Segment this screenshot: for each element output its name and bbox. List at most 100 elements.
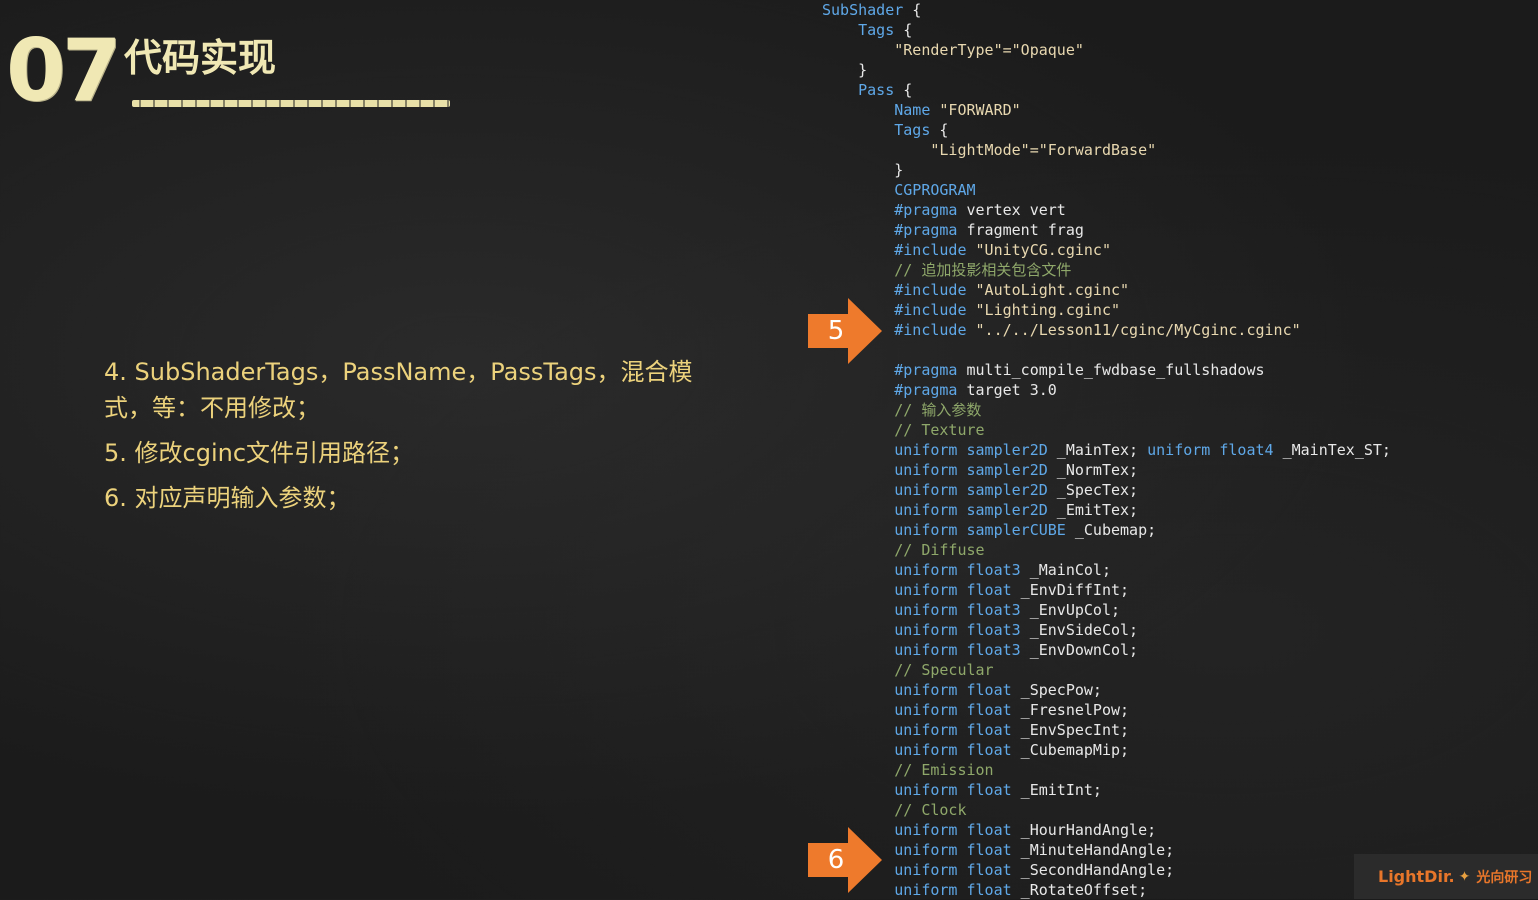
marker-label: 6 (827, 845, 845, 875)
code-token: float (957, 701, 1012, 719)
code-token: _MinuteHandAngle; (1011, 841, 1175, 859)
code-token: _MainTex_ST; (1273, 441, 1391, 459)
code-token: uniform (822, 461, 958, 479)
code-token: float (957, 741, 1012, 759)
brand-name: LightDir. (1378, 867, 1455, 886)
code-token: _SpecTex; (1047, 481, 1139, 499)
code-token: float3 (957, 561, 1021, 579)
code-token: uniform (822, 641, 958, 659)
bullet-item: 6. 对应声明输入参数； (104, 484, 351, 512)
code-token: float3 (957, 621, 1021, 639)
code-token: CGPROGRAM (822, 181, 976, 199)
code-token: #include (822, 281, 967, 299)
code-token: Name (822, 101, 931, 119)
code-line: #pragma target 3.0 (822, 380, 1522, 400)
code-line: // Specular (822, 660, 1522, 680)
code-line: uniform sampler2D _SpecTex; (822, 480, 1522, 500)
code-token: uniform (822, 781, 958, 799)
code-line: uniform float3 _EnvUpCol; (822, 600, 1522, 620)
code-token: uniform (822, 621, 958, 639)
code-line: // 追加投影相关包含文件 (822, 260, 1522, 280)
code-line: uniform float _EnvDiffInt; (822, 580, 1522, 600)
code-token: uniform (822, 481, 958, 499)
code-token: _SpecPow; (1011, 681, 1102, 699)
code-token: #pragma (822, 201, 958, 219)
code-line: uniform float _FresnelPow; (822, 700, 1522, 720)
code-line: Name "FORWARD" (822, 100, 1522, 120)
code-token: _CubemapMip; (1011, 741, 1130, 759)
code-line: CGPROGRAM (822, 180, 1522, 200)
code-token: // 追加投影相关包含文件 (822, 261, 1072, 279)
code-line: #pragma multi_compile_fwdbase_fullshadow… (822, 360, 1522, 380)
code-line: uniform sampler2D _EmitTex; (822, 500, 1522, 520)
code-line: uniform float _EnvSpecInt; (822, 720, 1522, 740)
code-token: sampler2D (957, 461, 1048, 479)
code-line: // 输入参数 (822, 400, 1522, 420)
bullet-item: 4. SubShaderTags，PassName，PassTags，混合模式，… (104, 358, 693, 422)
code-token: samplerCUBE (957, 521, 1066, 539)
code-token: _EnvSpecInt; (1011, 721, 1130, 739)
code-line: #include "Lighting.cginc" (822, 300, 1522, 320)
code-token: // Texture (822, 421, 985, 439)
code-line: uniform float _CubemapMip; (822, 740, 1522, 760)
code-token: uniform (822, 501, 958, 519)
code-token: float (957, 781, 1012, 799)
code-line: #pragma vertex vert (822, 200, 1522, 220)
code-token: { (894, 81, 913, 99)
code-token: float (957, 841, 1012, 859)
code-line: uniform float _EmitInt; (822, 780, 1522, 800)
code-line: Pass { (822, 80, 1522, 100)
code-line: uniform float3 _EnvSideCol; (822, 620, 1522, 640)
code-token: _HourHandAngle; (1011, 821, 1157, 839)
code-token: SubShader (822, 1, 904, 19)
code-token: uniform (1147, 441, 1211, 459)
slide-title: 代码实现 (124, 36, 277, 80)
code-token: // 输入参数 (822, 401, 982, 419)
code-token: _EnvDiffInt; (1011, 581, 1130, 599)
code-line: uniform samplerCUBE _Cubemap; (822, 520, 1522, 540)
code-token: multi_compile_fwdbase_fullshadows (957, 361, 1265, 379)
code-token: sampler2D (957, 441, 1048, 459)
code-token: Pass (822, 81, 895, 99)
code-token: sampler2D (957, 501, 1048, 519)
code-token: "../../Lesson11/cginc/MyCginc.cginc" (966, 321, 1301, 339)
code-token: uniform (822, 521, 958, 539)
marker-label: 5 (827, 316, 845, 346)
brand-logo: LightDir. ✦ 光向研习 (1354, 854, 1538, 899)
brand-cn-name: 光向研习 (1476, 869, 1533, 886)
bullet-list: 4. SubShaderTags，PassName，PassTags，混合模式，… (104, 354, 724, 525)
code-token: // Emission (822, 761, 994, 779)
code-token: vertex vert (957, 201, 1066, 219)
code-line: uniform sampler2D _MainTex; uniform floa… (822, 440, 1522, 460)
code-token: "AutoLight.cginc" (966, 281, 1130, 299)
code-token: _MainCol; (1020, 561, 1111, 579)
code-token: float (957, 681, 1012, 699)
code-token: _EnvSideCol; (1020, 621, 1139, 639)
code-token: _FresnelPow; (1011, 701, 1130, 719)
code-token: Tags (822, 21, 895, 39)
code-line: uniform float _HourHandAngle; (822, 820, 1522, 840)
code-token: uniform (822, 741, 958, 759)
code-token: float (957, 821, 1012, 839)
code-line: // Emission (822, 760, 1522, 780)
code-token: fragment frag (957, 221, 1084, 239)
code-line: } (822, 160, 1522, 180)
code-token: float3 (957, 641, 1021, 659)
code-token: uniform (822, 721, 958, 739)
star-logo-icon: ✦ (1458, 868, 1471, 885)
code-line: uniform sampler2D _NormTex; (822, 460, 1522, 480)
code-token: // Diffuse (822, 541, 985, 559)
code-line: Tags { (822, 20, 1522, 40)
code-token: { (894, 21, 913, 39)
code-token: float4 (1210, 441, 1274, 459)
code-token: _EnvDownCol; (1020, 641, 1139, 659)
code-token: _MainTex; (1047, 441, 1148, 459)
code-token: "FORWARD" (930, 101, 1021, 119)
code-token: uniform (822, 441, 958, 459)
code-token: target 3.0 (957, 381, 1057, 399)
code-line: // Clock (822, 800, 1522, 820)
code-token: _EnvUpCol; (1020, 601, 1121, 619)
code-token: "LightMode"="ForwardBase" (822, 141, 1157, 159)
code-token: uniform (822, 561, 958, 579)
